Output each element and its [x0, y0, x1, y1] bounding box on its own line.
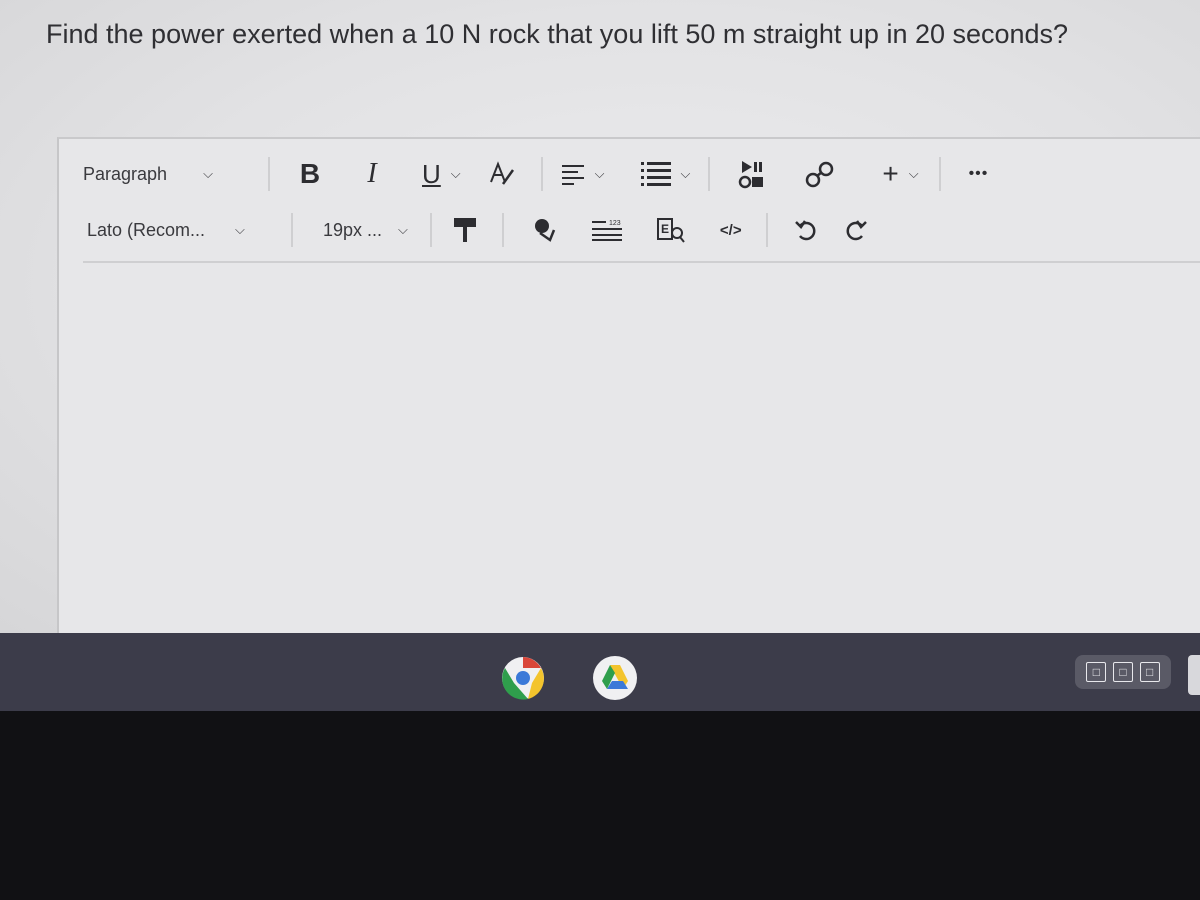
editor-content-area[interactable]: [83, 265, 1199, 635]
code-button[interactable]: </>: [720, 222, 742, 239]
chevron-down-icon: ⌵: [680, 166, 691, 181]
font-family-dropdown[interactable]: Lato (Recom... ⌵: [87, 220, 267, 241]
rich-text-editor: Paragraph ⌵ B I U ⌵ ⌵ ⌵ + ⌵ ••• Lato (Re…: [57, 137, 1200, 639]
numbered-list-button[interactable]: 123: [591, 219, 622, 241]
chevron-down-icon: ⌵: [908, 166, 919, 181]
tray-icon: □: [1086, 662, 1107, 682]
toolbar-separator: [938, 157, 941, 191]
media-button[interactable]: [734, 159, 764, 189]
font-size-label: 19px ...: [323, 219, 383, 240]
toolbar-separator: [765, 213, 768, 247]
link-button[interactable]: [804, 160, 836, 188]
underline-button[interactable]: U ⌵: [422, 159, 461, 190]
redo-icon: [846, 220, 867, 241]
toolbar-separator: [540, 157, 543, 191]
toolbar-row-2: Lato (Recom... ⌵ 19px ... ⌵ 123 E </>: [59, 207, 1199, 253]
text-color-button[interactable]: [487, 160, 515, 188]
more-button[interactable]: •••: [969, 165, 989, 183]
os-taskbar: □ □ □: [0, 633, 1200, 711]
toolbar-separator: [501, 213, 504, 247]
link-icon: [806, 161, 834, 188]
bold-button[interactable]: B: [296, 158, 324, 190]
toolbar-separator: [429, 213, 432, 247]
equation-icon: E: [656, 218, 685, 243]
chevron-down-icon: ⌵: [203, 166, 213, 181]
google-drive-app[interactable]: [592, 655, 638, 706]
block-format-dropdown[interactable]: Paragraph ⌵: [83, 164, 248, 185]
more-icon: •••: [968, 165, 989, 182]
align-left-icon: [561, 165, 584, 185]
google-drive-icon: [593, 656, 637, 700]
chevron-down-icon: ⌵: [398, 222, 408, 237]
chevron-down-icon: ⌵: [450, 166, 461, 181]
undo-button[interactable]: [794, 217, 820, 243]
svg-text:E: E: [661, 222, 669, 236]
font-family-label: Lato (Recom...: [87, 219, 206, 240]
insert-button[interactable]: + ⌵: [882, 158, 918, 190]
bold-icon: B: [299, 158, 321, 189]
toolbar-row-1: Paragraph ⌵ B I U ⌵ ⌵ ⌵ + ⌵ •••: [59, 151, 1199, 197]
tray-icon: □: [1139, 662, 1160, 682]
numbered-list-icon: 123: [591, 220, 622, 241]
undo-icon: [794, 220, 816, 241]
chevron-down-icon: ⌵: [235, 222, 245, 237]
toolbar-separator: [708, 157, 711, 191]
font-size-dropdown[interactable]: 19px ... ⌵: [323, 220, 408, 241]
equation-button[interactable]: E: [656, 216, 686, 244]
bulleted-list-icon: [640, 162, 671, 186]
list-button[interactable]: ⌵: [640, 161, 691, 187]
system-tray[interactable]: □ □ □: [1075, 655, 1171, 689]
toolbar-separator: [268, 157, 270, 191]
svg-text:123: 123: [609, 220, 621, 227]
toolbar-separator: [291, 213, 293, 247]
chevron-down-icon: ⌵: [594, 166, 605, 181]
text-color-icon: [489, 161, 514, 185]
tray-icon: □: [1112, 662, 1133, 682]
paint-format-icon: [453, 218, 476, 242]
question-text: Find the power exerted when a 10 N rock …: [46, 19, 1069, 49]
media-icon: [739, 161, 764, 189]
italic-button[interactable]: I: [360, 158, 384, 190]
italic-icon: I: [367, 158, 377, 189]
highlighter-button[interactable]: [530, 216, 558, 244]
paint-format-button[interactable]: [452, 216, 478, 244]
align-button[interactable]: ⌵: [561, 163, 605, 185]
chrome-icon: [502, 657, 544, 700]
status-area-edge[interactable]: [1188, 655, 1200, 695]
highlighter-icon: [534, 219, 556, 242]
toolbar-divider: [83, 261, 1200, 263]
plus-icon: +: [882, 158, 899, 189]
redo-button[interactable]: [842, 217, 868, 243]
chrome-app[interactable]: [500, 655, 546, 706]
laptop-bezel: [0, 711, 1200, 900]
underline-icon: U: [422, 158, 441, 189]
code-icon: </>: [719, 221, 742, 239]
block-format-label: Paragraph: [83, 163, 168, 184]
